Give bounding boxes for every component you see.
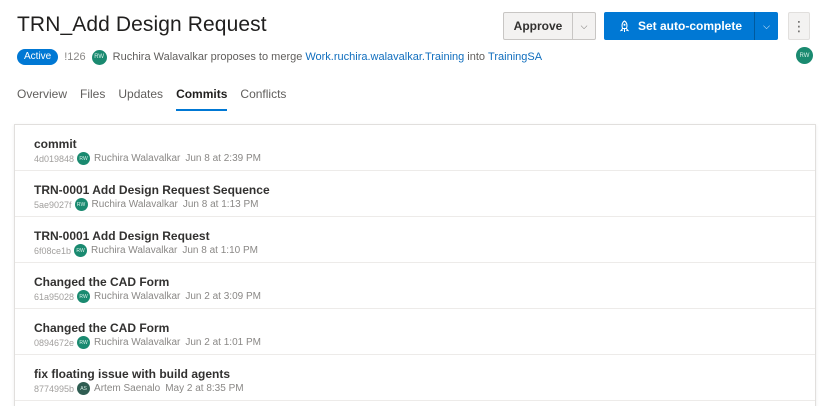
commit-author-avatar: AS	[77, 382, 91, 395]
status-badge: Active	[17, 49, 59, 65]
into-text: into	[467, 51, 486, 63]
commit-author: Ruchira Walavalkar	[94, 337, 181, 348]
commit-author-avatar: RW	[77, 152, 91, 165]
target-branch-link[interactable]: TrainingSA	[488, 51, 542, 63]
commit-date: Jun 8 at 1:13 PM	[182, 199, 259, 210]
approve-button-group: Approve ⌵	[503, 12, 596, 40]
commit-date: Jun 2 at 3:09 PM	[185, 291, 261, 302]
commit-author: Ruchira Walavalkar	[94, 291, 181, 302]
commit-row[interactable]: Changed the CAD Form 0894672e RW Ruchira…	[15, 309, 815, 355]
set-autocomplete-label: Set auto-complete	[638, 19, 743, 33]
commit-hash[interactable]: 5ae9027f	[34, 200, 72, 210]
commit-author-avatar: RW	[77, 336, 91, 349]
commit-author: Artem Saenalo	[94, 383, 161, 394]
commit-message[interactable]: Changed the CAD Form	[34, 321, 169, 335]
commit-author: Ruchira Walavalkar	[94, 153, 181, 164]
pr-title: TRN_Add Design Request	[17, 13, 267, 36]
set-autocomplete-button[interactable]: Set auto-complete	[604, 19, 754, 33]
commit-date: Jun 2 at 1:01 PM	[185, 337, 261, 348]
commit-author-avatar: RW	[74, 198, 88, 211]
more-vertical-icon: ⋮	[792, 18, 806, 34]
commit-meta: 6f08ce1b RW Ruchira Walavalkar Jun 8 at …	[34, 244, 258, 257]
commit-message[interactable]: Changed the CAD Form	[34, 275, 169, 289]
commits-list: commit 4d019848 RW Ruchira Walavalkar Ju…	[14, 124, 816, 406]
source-branch-link[interactable]: Work.ruchira.walavalkar.Training	[305, 51, 464, 63]
commit-author: Ruchira Walavalkar	[91, 199, 178, 210]
commit-date: May 2 at 8:35 PM	[165, 383, 244, 394]
tab-updates[interactable]: Updates	[118, 87, 163, 115]
approve-button[interactable]: Approve	[504, 19, 572, 33]
commit-row[interactable]: commit 4d019848 RW Ruchira Walavalkar Ju…	[15, 125, 815, 171]
commit-hash[interactable]: 0894672e	[34, 338, 74, 348]
commit-row[interactable]: fix floating issue with build agents 877…	[15, 355, 815, 401]
commit-author-avatar: RW	[74, 244, 88, 257]
commit-hash[interactable]: 6f08ce1b	[34, 246, 71, 256]
commit-meta: 0894672e RW Ruchira Walavalkar Jun 2 at …	[34, 336, 261, 349]
pr-tabs: Overview Files Updates Commits Conflicts	[17, 87, 299, 115]
pr-id: !126	[64, 51, 86, 63]
commit-date: Jun 8 at 1:10 PM	[182, 245, 258, 256]
commit-meta: 5ae9027f RW Ruchira Walavalkar Jun 8 at …	[34, 198, 258, 211]
commit-date: Jun 8 at 2:39 PM	[185, 153, 261, 164]
tab-overview[interactable]: Overview	[17, 87, 67, 115]
commit-meta: 4d019848 RW Ruchira Walavalkar Jun 8 at …	[34, 152, 261, 165]
reviewer-avatar[interactable]: RW	[796, 47, 813, 64]
commit-message[interactable]: fix floating issue with build agents	[34, 367, 230, 381]
tab-commits[interactable]: Commits	[176, 87, 228, 115]
autocomplete-dropdown-chevron-down-icon[interactable]: ⌵	[755, 21, 778, 32]
tab-files[interactable]: Files	[80, 87, 105, 115]
commit-row[interactable]: Changed the CAD Form 61a95028 RW Ruchira…	[15, 263, 815, 309]
more-options-button[interactable]: ⋮	[788, 12, 810, 40]
commit-message[interactable]: commit	[34, 137, 77, 151]
pr-summary: Active !126 RW Ruchira Walavalkar propos…	[17, 48, 545, 66]
commit-hash[interactable]: 61a95028	[34, 292, 74, 302]
author-name: Ruchira Walavalkar	[112, 51, 208, 63]
commit-author-avatar: RW	[77, 290, 91, 303]
commit-hash[interactable]: 8774995b	[34, 384, 74, 394]
commit-message[interactable]: TRN-0001 Add Design Request	[34, 229, 210, 243]
commit-author: Ruchira Walavalkar	[91, 245, 178, 256]
tab-conflicts[interactable]: Conflicts	[240, 87, 286, 115]
author-avatar: RW	[91, 49, 107, 65]
approve-dropdown-chevron-down-icon[interactable]: ⌵	[573, 21, 595, 32]
proposes-text: proposes to merge	[210, 51, 303, 63]
autocomplete-button-group: Set auto-complete ⌵	[604, 12, 778, 40]
commit-message[interactable]: TRN-0001 Add Design Request Sequence	[34, 183, 270, 197]
commit-row[interactable]: TRN-0001 Add Design Request 6f08ce1b RW …	[15, 217, 815, 263]
commit-meta: 8774995b AS Artem Saenalo May 2 at 8:35 …	[34, 382, 244, 395]
commit-meta: 61a95028 RW Ruchira Walavalkar Jun 2 at …	[34, 290, 261, 303]
rocket-icon	[619, 19, 630, 32]
commit-row[interactable]: TRN-0001 Add Design Request Sequence 5ae…	[15, 171, 815, 217]
commit-hash[interactable]: 4d019848	[34, 154, 74, 164]
